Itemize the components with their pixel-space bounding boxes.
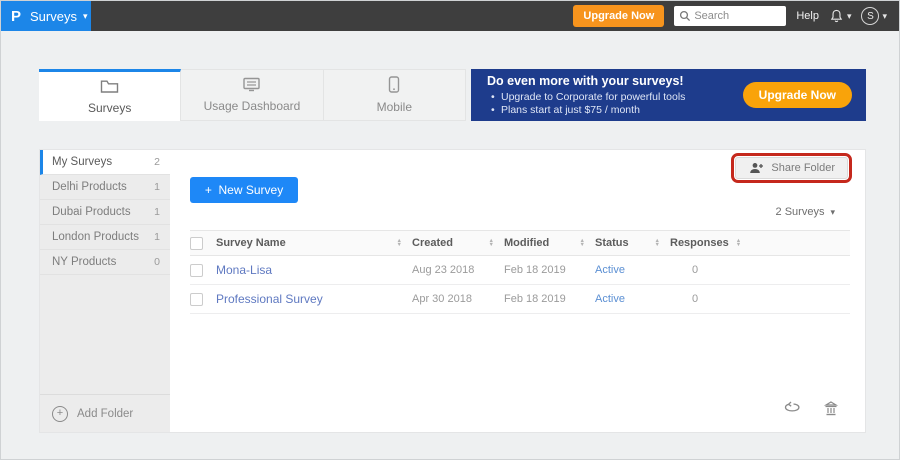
table-footer-actions [784, 401, 839, 422]
table-row: Mona-Lisa Aug 23 2018 Feb 18 2019 Active… [190, 256, 850, 285]
folder-label: Dubai Products [52, 206, 131, 218]
surveys-page: P Surveys ▾ Upgrade Now Help ▾ S ▾ [0, 0, 900, 460]
modified-date: Feb 18 2019 [504, 264, 566, 276]
tab-label: Mobile [376, 100, 412, 114]
folder-count: 1 [154, 181, 160, 193]
sort-icon[interactable]: ▲ ▼ [489, 238, 504, 248]
created-date: Apr 30 2018 [412, 293, 472, 305]
survey-name-link[interactable]: Professional Survey [216, 292, 412, 306]
col-status: Status [595, 237, 629, 249]
table-row: Professional Survey Apr 30 2018 Feb 18 2… [190, 285, 850, 314]
folder-count: 0 [154, 256, 160, 268]
folder-label: NY Products [52, 256, 117, 268]
survey-name-link[interactable]: Mona-Lisa [216, 263, 412, 277]
tab-usage-dashboard[interactable]: Usage Dashboard [181, 70, 324, 120]
folder-icon [100, 79, 119, 97]
trash-icon [823, 401, 839, 416]
sidebar-item-london-products[interactable]: London Products 1 [40, 225, 170, 250]
sidebar-item-my-surveys[interactable]: My Surveys 2 [40, 150, 170, 175]
banner-bullet: Plans start at just $75 / month [487, 104, 743, 117]
tab-label: Usage Dashboard [203, 99, 301, 113]
folder-count: 1 [154, 206, 160, 218]
banner-upgrade-button[interactable]: Upgrade Now [742, 82, 852, 108]
share-user-icon [750, 163, 764, 173]
app-logo-menu[interactable]: P Surveys ▾ [1, 1, 91, 31]
survey-count-dropdown[interactable]: 2 Surveys ▾ [776, 206, 835, 218]
app-menu-label: Surveys [30, 8, 77, 24]
chevron-down-icon: ▾ [846, 10, 852, 21]
avatar: S [861, 7, 880, 25]
restore-loop-icon [784, 401, 800, 412]
notifications-button[interactable]: ▾ [829, 8, 852, 24]
status-badge[interactable]: Active [595, 293, 670, 305]
row-checkbox[interactable] [190, 292, 203, 306]
add-folder-button[interactable]: + Add Folder [40, 394, 170, 432]
sort-icon[interactable]: ▲ ▼ [655, 238, 670, 248]
delete-button[interactable] [823, 401, 839, 422]
status-badge[interactable]: Active [595, 264, 670, 276]
plus-icon: + [204, 183, 212, 197]
plus-circle-icon: + [52, 405, 68, 422]
mobile-icon [388, 76, 400, 96]
surveys-main: Share Folder + New Survey 2 Surveys ▾ Su… [170, 150, 865, 432]
col-created: Created [412, 237, 453, 249]
tab-mobile[interactable]: Mobile [324, 70, 465, 120]
select-all-checkbox[interactable] [190, 236, 203, 250]
add-folder-label: Add Folder [77, 407, 134, 420]
share-folder-label: Share Folder [771, 162, 835, 174]
responses-count: 0 [692, 293, 699, 305]
folder-label: My Surveys [52, 156, 113, 168]
folder-label: Delhi Products [52, 181, 127, 193]
tab-surveys[interactable]: Surveys [39, 69, 182, 121]
chevron-down-icon: ▾ [830, 206, 835, 217]
col-survey-name: Survey Name [216, 237, 286, 249]
bell-icon [830, 9, 843, 23]
search-box [674, 6, 787, 26]
folder-label: London Products [52, 231, 139, 243]
restore-button[interactable] [784, 401, 803, 422]
sort-icon[interactable]: ▲ ▼ [736, 238, 741, 248]
dashboard-icon [242, 77, 261, 95]
tab-label: Surveys [87, 100, 132, 115]
created-date: Aug 23 2018 [412, 264, 475, 276]
survey-count-label: 2 Surveys [775, 206, 825, 218]
folder-count: 2 [154, 156, 160, 168]
top-bar: P Surveys ▾ Upgrade Now Help ▾ S ▾ [1, 1, 899, 31]
account-menu[interactable]: S ▾ [861, 7, 887, 25]
search-icon [680, 10, 691, 22]
proprofs-logo-icon: P [11, 7, 22, 25]
sidebar-item-ny-products[interactable]: NY Products 0 [40, 250, 170, 275]
col-responses: Responses [670, 237, 729, 249]
upgrade-now-button[interactable]: Upgrade Now [573, 5, 665, 27]
help-link[interactable]: Help [796, 10, 819, 22]
chevron-down-icon: ▾ [882, 10, 887, 21]
chevron-down-icon: ▾ [82, 10, 88, 21]
modified-date: Feb 18 2019 [504, 293, 566, 305]
sort-icon[interactable]: ▲ ▼ [580, 238, 595, 248]
share-folder-annotation: Share Folder [731, 153, 852, 183]
banner-bullet: Upgrade to Corporate for powerful tools [487, 91, 743, 104]
upgrade-banner: Do even more with your surveys! Upgrade … [471, 69, 866, 121]
responses-count: 0 [692, 264, 699, 276]
tab-strip: Surveys Usage Dashboard Mobile [39, 69, 466, 121]
share-folder-button[interactable]: Share Folder [735, 157, 848, 179]
sort-icon[interactable]: ▲ ▼ [397, 238, 412, 248]
sidebar-item-dubai-products[interactable]: Dubai Products 1 [40, 200, 170, 225]
folders-sidebar: My Surveys 2 Delhi Products 1 Dubai Prod… [40, 150, 170, 432]
folder-count: 1 [154, 231, 160, 243]
new-survey-label: New Survey [218, 183, 284, 197]
banner-title: Do even more with your surveys! [487, 73, 684, 88]
table-header-row: Survey Name ▲ ▼ Created ▲ ▼ Modified ▲ ▼ Statu… [190, 230, 850, 256]
sidebar-item-delhi-products[interactable]: Delhi Products 1 [40, 175, 170, 200]
col-modified: Modified [504, 237, 550, 249]
row-checkbox[interactable] [190, 263, 203, 277]
content-card: My Surveys 2 Delhi Products 1 Dubai Prod… [39, 149, 866, 433]
new-survey-button[interactable]: + New Survey [190, 177, 298, 203]
surveys-table: Survey Name ▲ ▼ Created ▲ ▼ Modified ▲ ▼ Statu… [190, 230, 850, 314]
